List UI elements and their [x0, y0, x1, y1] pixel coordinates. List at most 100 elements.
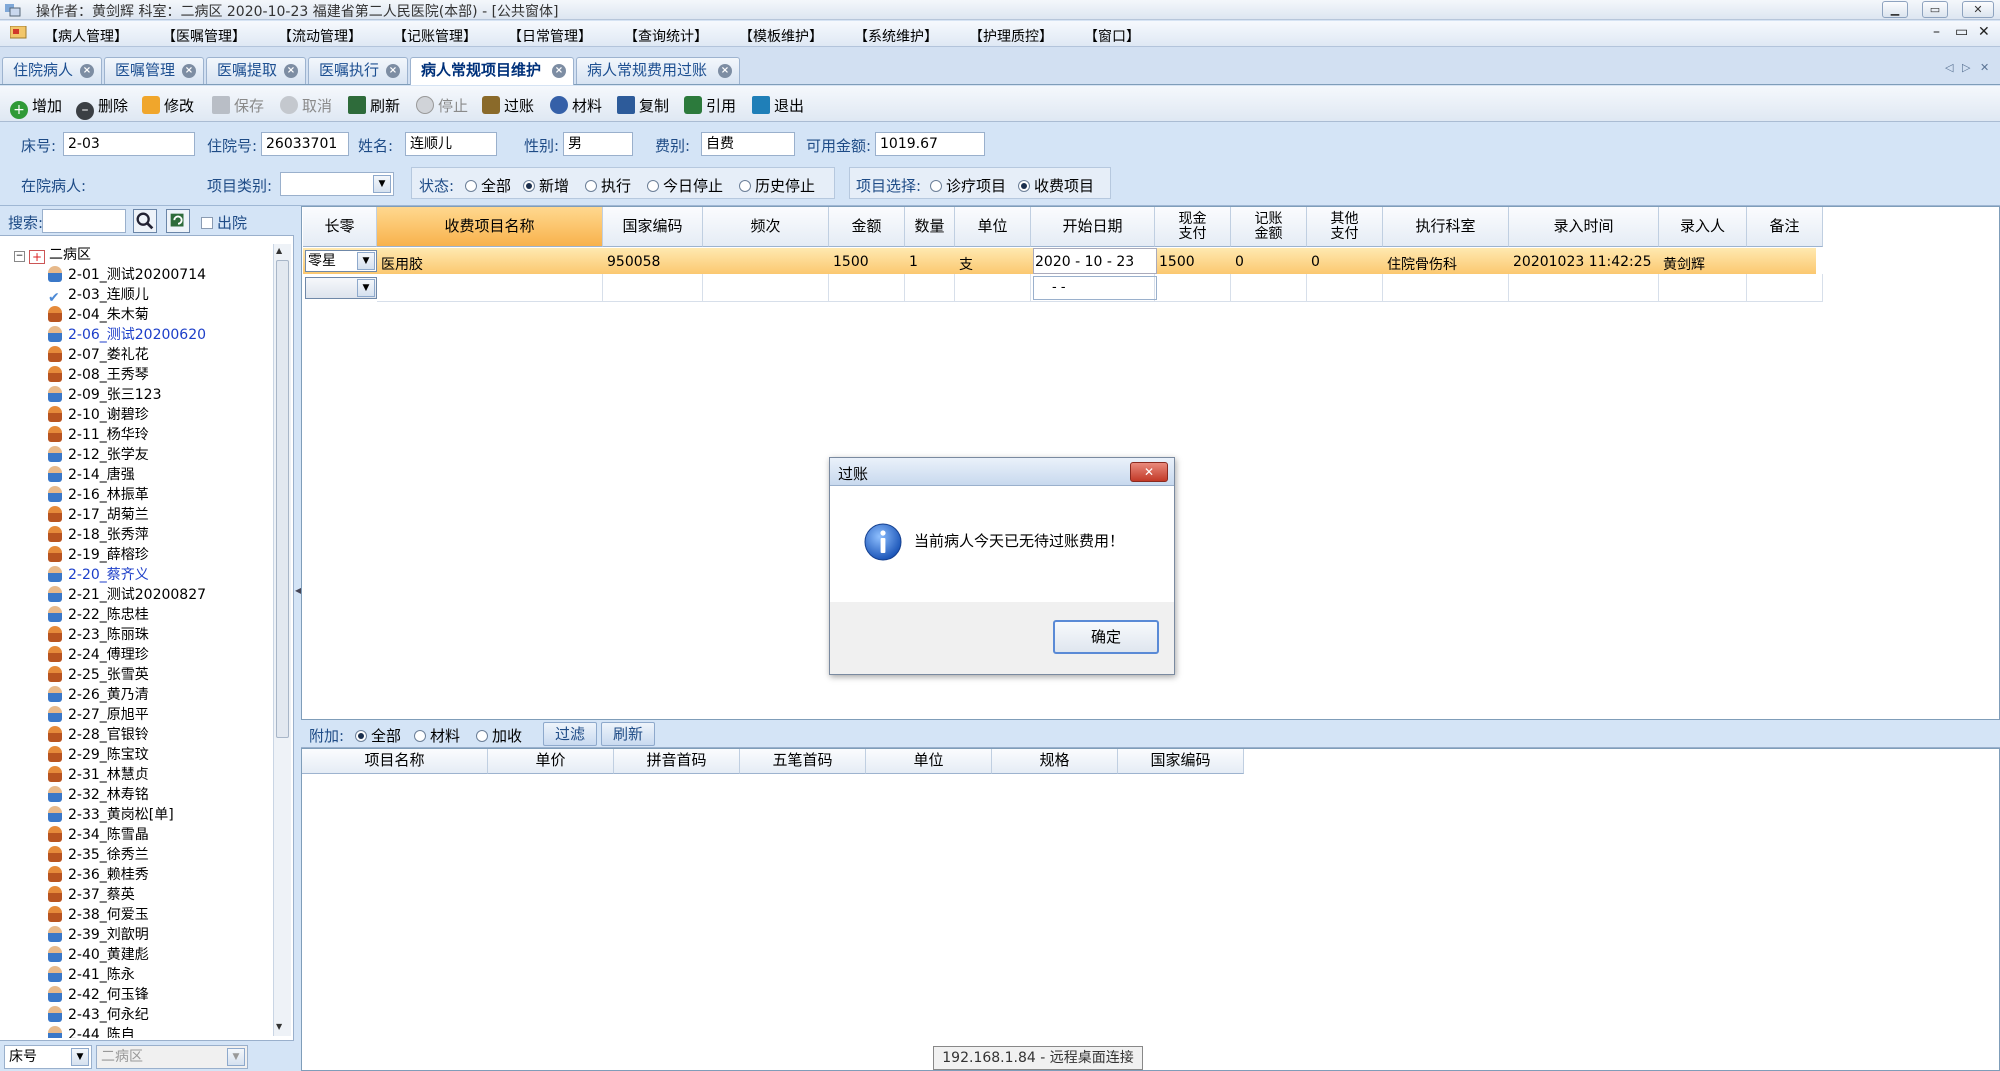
tree-patient-item[interactable]: 2-43_何永纪	[48, 1004, 149, 1024]
tree-patient-item[interactable]: 2-09_张三123	[48, 384, 162, 404]
column-header[interactable]: 拼音首码	[614, 749, 740, 774]
empty-cell[interactable]	[829, 274, 905, 302]
sex-field[interactable]: 男	[563, 132, 633, 156]
table-cell[interactable]: 0	[1235, 254, 1244, 270]
menu-nursing[interactable]: 【护理质控】	[969, 26, 1053, 46]
material-button[interactable]: 材料	[550, 95, 602, 115]
column-header[interactable]: 金额	[829, 207, 905, 247]
tree-patient-item[interactable]: 2-17_胡菊兰	[48, 504, 149, 524]
menu-template[interactable]: 【模板维护】	[739, 26, 823, 46]
cancel-button[interactable]: 取消	[280, 95, 332, 115]
empty-cell[interactable]	[1383, 274, 1509, 302]
field-select[interactable]: 床号 ▼	[4, 1045, 92, 1069]
column-header[interactable]: 录入人	[1659, 207, 1747, 247]
column-header[interactable]: 备注	[1747, 207, 1823, 247]
tab-order-extract[interactable]: 医嘱提取 ×	[206, 57, 306, 84]
tree-patient-item[interactable]: 2-41_陈永	[48, 964, 135, 984]
empty-cell[interactable]	[1155, 274, 1231, 302]
tree-patient-item[interactable]: 2-28_官银铃	[48, 724, 149, 744]
empty-cell[interactable]	[1747, 274, 1823, 302]
tab-routine-posting[interactable]: 病人常规费用过账 ×	[576, 57, 740, 84]
search-input[interactable]	[42, 209, 126, 233]
scroll-down-icon[interactable]: ▼	[276, 1022, 289, 1031]
tab-routine-items[interactable]: 病人常规项目维护 ×	[410, 57, 574, 85]
tree-patient-item[interactable]: 2-35_徐秀兰	[48, 844, 149, 864]
status-all-radio[interactable]: 全部	[465, 175, 511, 196]
restore-button[interactable]: ▭	[1922, 1, 1948, 18]
tree-patient-item[interactable]: 2-31_林慧贞	[48, 764, 149, 784]
empty-cell[interactable]	[377, 274, 603, 302]
app-menu-icon[interactable]	[10, 26, 28, 40]
tab-order-management[interactable]: 医嘱管理 ×	[104, 57, 204, 84]
tab-close-icon[interactable]: ×	[552, 64, 566, 78]
tree-patient-item[interactable]: 2-36_赖桂秀	[48, 864, 149, 884]
menu-orders[interactable]: 【医嘱管理】	[162, 26, 246, 46]
refresh-addon-button[interactable]: 刷新	[601, 722, 655, 746]
tree-patient-item[interactable]: 2-06_测试20200620	[48, 324, 206, 344]
table-cell[interactable]: 1	[909, 254, 918, 270]
column-header[interactable]: 单价	[488, 749, 614, 774]
post-button[interactable]: 过账	[482, 95, 534, 115]
reference-button[interactable]: 引用	[684, 95, 736, 115]
tree-patient-item[interactable]: 2-25_张雪英	[48, 664, 149, 684]
copy-button[interactable]: 复制	[617, 95, 669, 115]
ward-select[interactable]: 二病区 ▼	[96, 1045, 248, 1069]
tab-close-icon[interactable]: ×	[386, 64, 400, 78]
mdi-minimize-icon[interactable]: –	[1933, 24, 1940, 40]
tree-patient-item[interactable]: ✔ 2-03_连顺儿	[48, 284, 149, 306]
empty-cell[interactable]	[703, 274, 829, 302]
scroll-thumb[interactable]	[276, 260, 289, 738]
column-header[interactable]: 单位	[866, 749, 992, 774]
empty-cell[interactable]	[1509, 274, 1659, 302]
column-header[interactable]: 现金 支付	[1155, 207, 1231, 247]
charge-item-radio[interactable]: 收费项目	[1018, 175, 1094, 196]
tree-patient-item[interactable]: 2-04_朱木菊	[48, 304, 149, 324]
status-today-stop-radio[interactable]: 今日停止	[647, 175, 723, 196]
tree-patient-item[interactable]: 2-37_蔡英	[48, 884, 135, 904]
tree-patient-item[interactable]: 2-07_娄礼花	[48, 344, 149, 364]
tree-patient-item[interactable]: 2-32_林寿铭	[48, 784, 149, 804]
column-header[interactable]: 开始日期	[1031, 207, 1155, 247]
menu-transfer[interactable]: 【流动管理】	[278, 26, 362, 46]
column-header[interactable]: 收费项目名称	[377, 207, 603, 247]
empty-cell[interactable]	[1231, 274, 1307, 302]
add-button[interactable]: + 增加	[10, 95, 62, 119]
filter-button[interactable]: 过滤	[543, 722, 597, 746]
tree-patient-item[interactable]: 2-18_张秀萍	[48, 524, 149, 544]
tree-scrollbar[interactable]: ▲ ▼	[273, 244, 291, 1036]
tree-root[interactable]: − + 二病区	[14, 244, 91, 264]
tab-close-icon[interactable]: ×	[182, 64, 196, 78]
long-temp-select[interactable]: 零星 ▼	[305, 250, 377, 272]
remote-desktop-bar[interactable]: 192.168.1.84 - 远程桌面连接	[933, 1046, 1143, 1070]
tree-patient-item[interactable]: 2-29_陈宝玟	[48, 744, 149, 764]
menu-window[interactable]: 【窗口】	[1084, 26, 1140, 46]
empty-cell[interactable]	[1659, 274, 1747, 302]
exit-button[interactable]: 退出	[752, 95, 804, 115]
tree-patient-item[interactable]: 2-42_何玉锋	[48, 984, 149, 1004]
column-header[interactable]: 长零	[303, 207, 377, 247]
refresh-list-button[interactable]	[166, 209, 190, 233]
column-header[interactable]: 规格	[992, 749, 1118, 774]
table-cell[interactable]: 医用胶	[381, 254, 423, 274]
column-header[interactable]: 执行科室	[1383, 207, 1509, 247]
table-cell[interactable]: 黄剑辉	[1663, 254, 1705, 274]
menu-daily[interactable]: 【日常管理】	[508, 26, 592, 46]
tree-patient-item[interactable]: 2-26_黄乃清	[48, 684, 149, 704]
empty-cell[interactable]	[1307, 274, 1383, 302]
tree-patient-item[interactable]: 2-16_林振革	[48, 484, 149, 504]
table-cell[interactable]: 住院骨伤科	[1387, 254, 1457, 274]
tree-patient-item[interactable]: 2-39_刘歆明	[48, 924, 149, 944]
tab-inpatients[interactable]: 住院病人 ×	[2, 57, 102, 84]
tab-close-icon[interactable]: ×	[718, 64, 732, 78]
column-header[interactable]: 单位	[955, 207, 1031, 247]
search-button[interactable]	[133, 209, 157, 233]
menu-patient[interactable]: 【病人管理】	[44, 26, 128, 46]
status-new-radio[interactable]: 新增	[523, 175, 569, 196]
tree-patient-item[interactable]: 2-38_何爱玉	[48, 904, 149, 924]
ok-button[interactable]: 确定	[1053, 620, 1159, 654]
column-header[interactable]: 其他 支付	[1307, 207, 1383, 247]
tree-patient-item[interactable]: 2-27_原旭平	[48, 704, 149, 724]
table-cell[interactable]: 支	[959, 254, 973, 274]
empty-cell[interactable]	[603, 274, 703, 302]
tree-patient-item[interactable]: 2-01_测试20200714	[48, 264, 206, 284]
